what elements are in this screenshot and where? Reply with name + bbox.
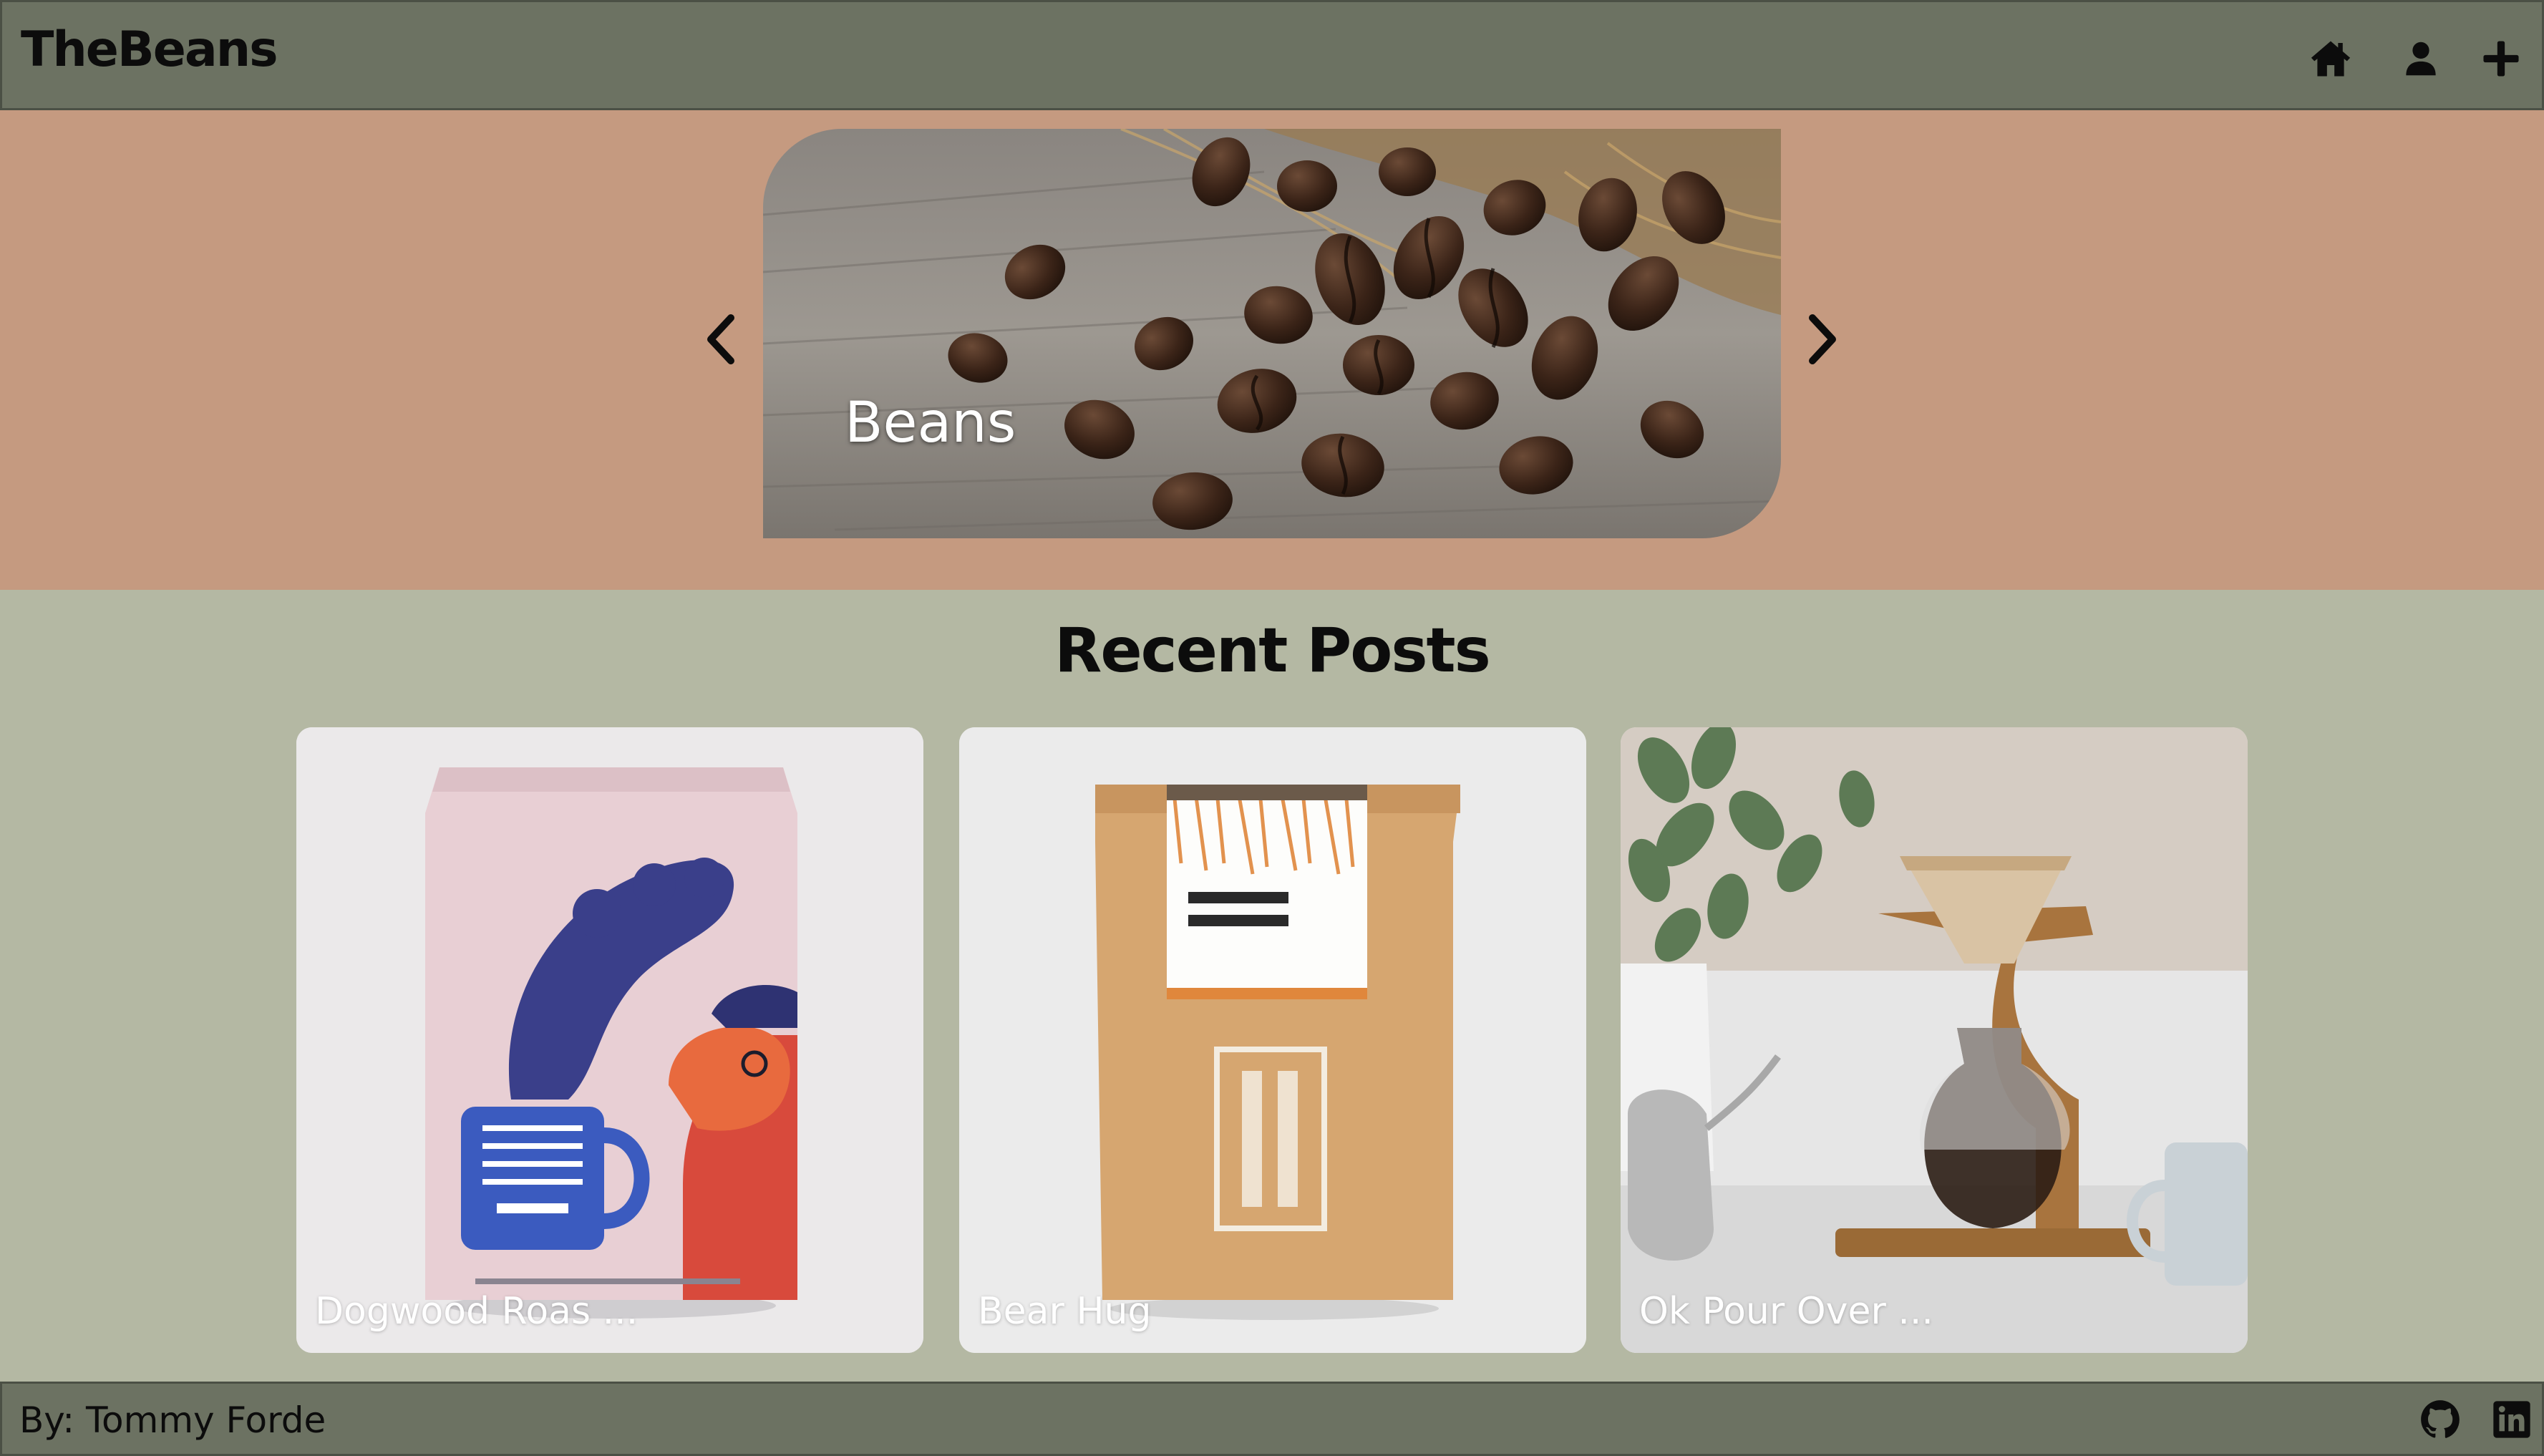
pour-over-image — [1621, 727, 2248, 1353]
linkedin-icon[interactable] — [2492, 1399, 2532, 1440]
user-icon[interactable] — [2399, 37, 2443, 81]
bear-hug-coffee-bag-image — [959, 727, 1586, 1353]
home-icon[interactable] — [2308, 37, 2353, 81]
hero-carousel: Beans — [0, 110, 2544, 590]
post-caption: Ok Pour Over ... — [1639, 1290, 1933, 1333]
chevron-left-icon[interactable] — [699, 311, 742, 368]
post-card-dogwood[interactable]: Dogwood Roas ... — [296, 727, 923, 1353]
post-card-pour-over[interactable]: Ok Pour Over ... — [1621, 727, 2248, 1353]
footer: By: Tommy Forde — [0, 1382, 2544, 1456]
author-credit: By: Tommy Forde — [19, 1399, 326, 1441]
post-card-bear-hug[interactable]: Bear Hug — [959, 727, 1586, 1353]
recent-posts-title: Recent Posts — [1054, 615, 1491, 686]
post-caption: Dogwood Roas ... — [315, 1290, 639, 1333]
dogwood-coffee-bag-image — [296, 727, 923, 1353]
github-icon[interactable] — [2420, 1399, 2460, 1440]
carousel-slide[interactable]: Beans — [763, 129, 1781, 538]
carousel-caption: Beans — [845, 391, 1016, 455]
plus-icon[interactable] — [2479, 37, 2523, 81]
navbar: TheBeans — [0, 0, 2544, 110]
post-caption: Bear Hug — [978, 1290, 1152, 1333]
chevron-right-icon[interactable] — [1801, 311, 1844, 368]
coffee-beans-image — [763, 129, 1781, 538]
brand-logo[interactable]: TheBeans — [21, 26, 278, 74]
